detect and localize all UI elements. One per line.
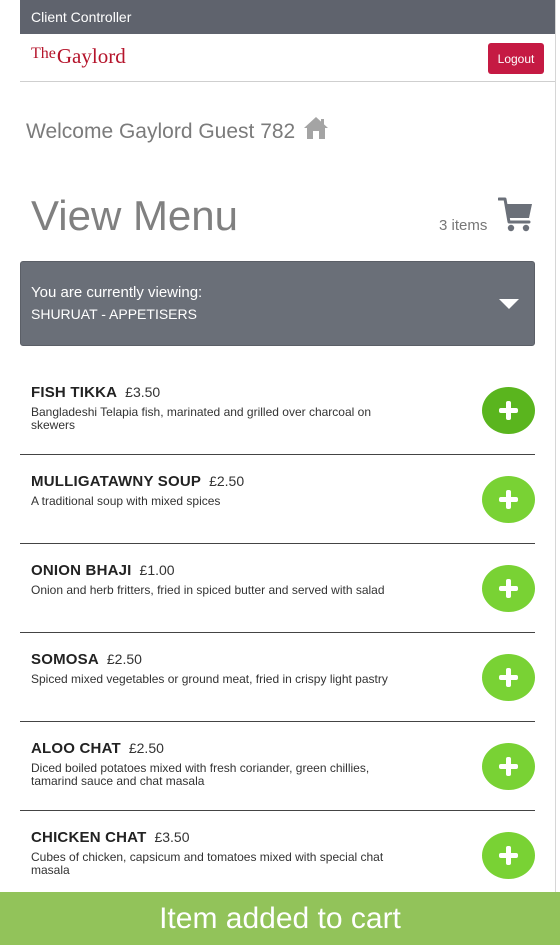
logout-button[interactable]: Logout [488, 43, 544, 74]
page-edge [555, 0, 556, 945]
menu-item-header: MULLIGATAWNY SOUP £2.50 [31, 473, 244, 491]
menu-item-price: £3.50 [125, 384, 161, 400]
menu-item: CHICKEN CHAT £3.50 Cubes of chicken, caps… [20, 811, 535, 900]
topbar: Client Controller [20, 0, 555, 34]
category-selector-value: SHURUAT - APPETISERS [31, 306, 197, 322]
topbar-title: Client Controller [31, 9, 132, 25]
menu-item: FISH TIKKA £3.50 Bangladeshi Telapia fish… [20, 366, 535, 455]
menu-item-name: CHICKEN CHAT [31, 829, 147, 846]
add-to-cart-button[interactable] [482, 476, 535, 523]
menu-list: FISH TIKKA £3.50 Bangladeshi Telapia fish… [20, 366, 535, 900]
category-selector-label: You are currently viewing: [31, 284, 203, 301]
page-title: View Menu [31, 192, 239, 239]
add-to-cart-button[interactable] [482, 832, 535, 879]
caret-down-icon [499, 299, 519, 309]
menu-item: ONION BHAJI £1.00 Onion and herb fritters… [20, 544, 535, 633]
menu-item-price: £2.50 [128, 740, 164, 756]
menu-item-description: Diced boiled potatoes mixed with fresh c… [31, 761, 370, 788]
menu-item-name: ALOO CHAT [31, 740, 121, 757]
logo-the: The [31, 45, 56, 62]
menu-item-header: FISH TIKKA £3.50 [31, 384, 160, 402]
header: TheGaylord Logout [20, 34, 555, 82]
cart-count: 3 items [439, 217, 488, 234]
menu-item-name: SOMOSA [31, 651, 99, 668]
home-icon[interactable] [303, 116, 329, 140]
menu-item-description: A traditional soup with mixed spices [31, 494, 221, 508]
menu-item-name: MULLIGATAWNY SOUP [31, 473, 202, 490]
add-to-cart-button[interactable] [482, 743, 535, 790]
menu-item-header: CHICKEN CHAT £3.50 [31, 829, 190, 847]
welcome-message: Welcome Gaylord Guest 782 [26, 117, 329, 144]
menu-item-description: Bangladeshi Telapia fish, marinated and … [31, 405, 371, 432]
welcome-text: Welcome Gaylord Guest 782 [26, 120, 296, 143]
toast-notification: Item added to cart [0, 892, 560, 945]
menu-item-price: £2.50 [209, 473, 245, 489]
category-selector[interactable]: You are currently viewing: SHURUAT - APP… [20, 261, 535, 346]
logo-name: Gaylord [56, 44, 126, 68]
menu-item-description: Cubes of chicken, capsicum and tomatoes … [31, 850, 384, 877]
menu-item-price: £1.00 [139, 562, 175, 578]
menu-item: MULLIGATAWNY SOUP £2.50 A traditional sou… [20, 455, 535, 544]
menu-item-header: ALOO CHAT £2.50 [31, 740, 164, 758]
menu-item-name: ONION BHAJI [31, 562, 132, 579]
menu-item-header: ONION BHAJI £1.00 [31, 562, 175, 580]
menu-item-price: £2.50 [106, 651, 142, 667]
menu-item-description: Spiced mixed vegetables or ground meat, … [31, 672, 388, 686]
add-to-cart-button[interactable] [482, 654, 535, 701]
menu-item: SOMOSA £2.50 Spiced mixed vegetables or g… [20, 633, 535, 722]
add-to-cart-button[interactable] [482, 387, 535, 434]
cart-icon[interactable] [497, 196, 534, 234]
page: Client Controller TheGaylord Logout Welc… [20, 0, 555, 945]
menu-item-name: FISH TIKKA [31, 384, 118, 401]
menu-item-description: Onion and herb fritters, fried in spiced… [31, 583, 385, 597]
menu-item-price: £3.50 [154, 829, 190, 845]
logo[interactable]: TheGaylord [31, 44, 126, 69]
menu-item: ALOO CHAT £2.50 Diced boiled potatoes mix… [20, 722, 535, 811]
menu-item-header: SOMOSA £2.50 [31, 651, 142, 669]
add-to-cart-button[interactable] [482, 565, 535, 612]
